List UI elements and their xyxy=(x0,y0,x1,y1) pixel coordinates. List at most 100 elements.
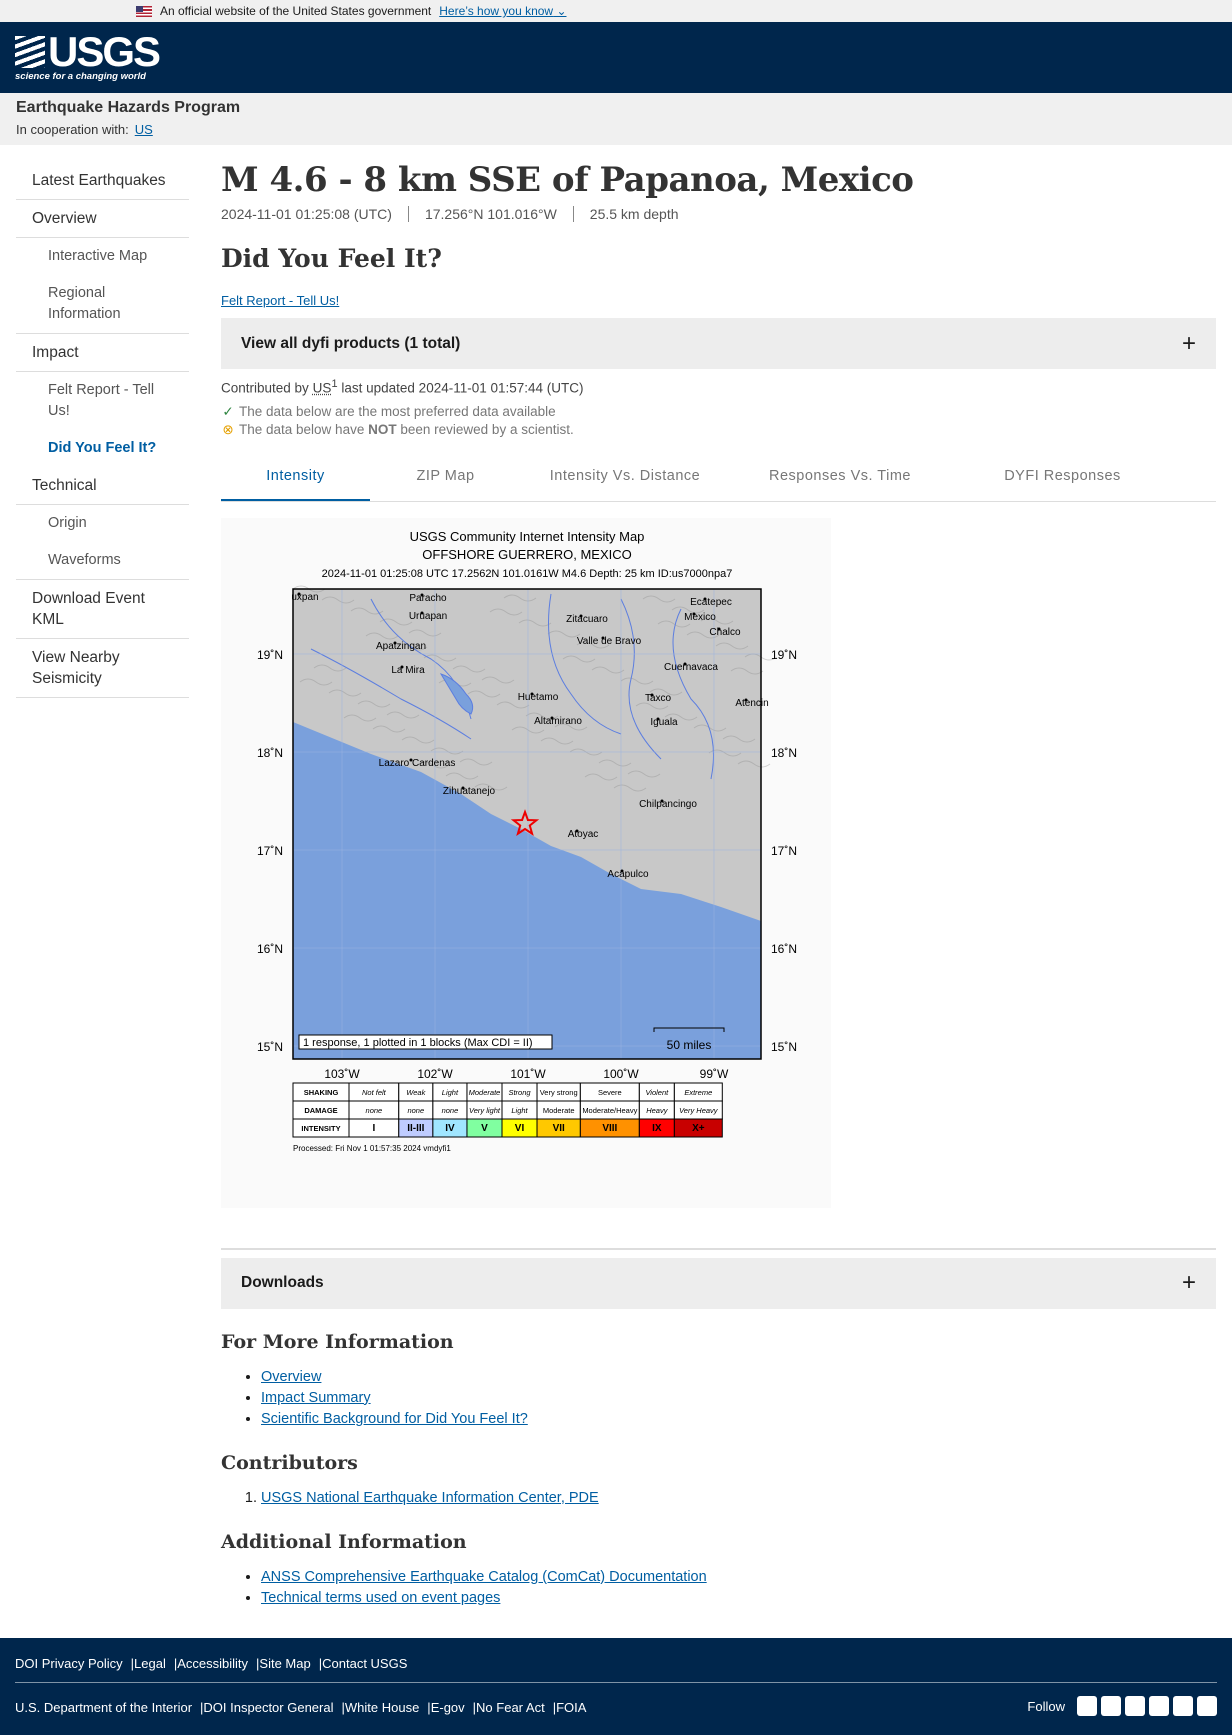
sidebar-item-download-event-kml[interactable]: Download Event KML xyxy=(16,580,189,639)
event-meta: 2024-11-01 01:25:08 (UTC) 17.256°N 101.0… xyxy=(221,206,1216,222)
legend-head-label: INTENSITY xyxy=(301,1124,340,1133)
city-label: Zitacuaro xyxy=(566,614,608,625)
sidebar-item-did-you-feel-it[interactable]: Did You Feel It? xyxy=(16,430,189,467)
legend-value: Moderate/Heavy xyxy=(582,1106,637,1115)
sidebar-item-view-nearby-seismicity[interactable]: View Nearby Seismicity xyxy=(16,639,189,698)
facebook-icon[interactable] xyxy=(1101,1696,1121,1716)
footer-link[interactable]: Legal xyxy=(134,1656,166,1671)
preferred-note: ✓ The data below are the most preferred d… xyxy=(222,403,556,420)
city-label: Ecatepec xyxy=(690,597,732,608)
lat-tick-label-right: 18˚N xyxy=(771,746,797,760)
sidebar-item-impact[interactable]: Impact xyxy=(16,334,189,372)
footer-link[interactable]: White House xyxy=(345,1700,419,1715)
more-info-link[interactable]: Overview xyxy=(261,1369,321,1385)
more-info-title: For More Information xyxy=(221,1330,454,1353)
footer-link[interactable]: Site Map xyxy=(259,1656,310,1671)
legend-value: II-III xyxy=(407,1123,424,1134)
footer-link[interactable]: DOI Inspector General xyxy=(203,1700,333,1715)
heres-how-link[interactable]: Here’s how you know ⌄ xyxy=(439,4,566,18)
follow-social: Follow xyxy=(1027,1696,1217,1716)
tab-intensity-vs-distance[interactable]: Intensity Vs. Distance xyxy=(521,458,729,501)
additional-info-link[interactable]: ANSS Comprehensive Earthquake Catalog (C… xyxy=(261,1569,707,1585)
twitter-icon[interactable] xyxy=(1077,1696,1097,1716)
legend-value: Very light xyxy=(469,1106,501,1115)
sidebar-item-origin[interactable]: Origin xyxy=(16,505,189,542)
footer-link[interactable]: No Fear Act xyxy=(476,1700,545,1715)
lat-tick-label-right: 17˚N xyxy=(771,844,797,858)
flickr-icon[interactable] xyxy=(1149,1696,1169,1716)
city-label: Mexico xyxy=(684,612,716,623)
sidebar-item-latest-earthquakes[interactable]: Latest Earthquakes xyxy=(16,162,189,200)
additional-info-title: Additional Information xyxy=(221,1530,467,1553)
plus-icon: + xyxy=(1181,329,1196,357)
contributors-title: Contributors xyxy=(221,1451,358,1474)
processed-note: Processed: Fri Nov 1 01:57:35 2024 vmdyf… xyxy=(293,1144,451,1153)
legend-value: none xyxy=(442,1106,459,1115)
footer-link[interactable]: Contact USGS xyxy=(322,1656,407,1671)
sidebar-item-overview[interactable]: Overview xyxy=(16,200,189,238)
lon-tick-label: 103˚W xyxy=(324,1067,360,1081)
footer-link[interactable]: DOI Privacy Policy xyxy=(15,1656,123,1671)
city-label: Taxco xyxy=(645,693,672,704)
footer-link[interactable]: Accessibility xyxy=(177,1656,248,1671)
intensity-map[interactable]: USGS Community Internet Intensity Map OFF… xyxy=(221,517,831,1208)
source-abbr[interactable]: US xyxy=(313,381,332,396)
map-title: USGS Community Internet Intensity Map xyxy=(410,529,645,544)
tab-dyfi-responses[interactable]: DYFI Responses xyxy=(951,458,1174,501)
legend-value: I xyxy=(372,1123,375,1134)
city-label: La Mira xyxy=(391,665,425,676)
additional-info-list: ANSS Comprehensive Earthquake Catalog (C… xyxy=(261,1567,1216,1609)
sidebar-item-waveforms[interactable]: Waveforms xyxy=(16,542,189,580)
youtube-icon[interactable] xyxy=(1173,1696,1193,1716)
event-title: M 4.6 - 8 km SSE of Papanoa, Mexico xyxy=(221,160,914,200)
city-label: Atencin xyxy=(735,698,768,709)
legend-value: V xyxy=(481,1123,488,1134)
footer-link[interactable]: E-gov xyxy=(431,1700,465,1715)
lat-tick-label-left: 15˚N xyxy=(257,1040,283,1054)
city-label: Cuernavaca xyxy=(664,662,718,673)
sidebar-item-felt-report-tell-us[interactable]: Felt Report - Tell Us! xyxy=(16,372,189,430)
lon-tick-label: 100˚W xyxy=(603,1067,639,1081)
lat-tick-label-left: 18˚N xyxy=(257,746,283,760)
instagram-icon[interactable] xyxy=(1197,1696,1217,1716)
footer-link[interactable]: FOIA xyxy=(556,1700,586,1715)
legend-value: none xyxy=(366,1106,383,1115)
warning-circle-icon: ⊗ xyxy=(222,421,234,437)
lon-tick-label: 101˚W xyxy=(510,1067,546,1081)
lat-tick-label-left: 16˚N xyxy=(257,942,283,956)
lon-tick-label: 99˚W xyxy=(700,1067,729,1081)
legend-value: IX xyxy=(652,1123,662,1134)
more-info-link[interactable]: Scientific Background for Did You Feel I… xyxy=(261,1411,528,1427)
tab-intensity[interactable]: Intensity xyxy=(221,458,370,501)
us-flag-icon xyxy=(136,5,152,17)
city-label: Paracho xyxy=(409,593,447,604)
usgs-logo[interactable]: USGS science for a changing world xyxy=(15,31,161,82)
sidebar-item-regional-information[interactable]: Regional Information xyxy=(16,275,189,334)
city-label: Uruapan xyxy=(409,611,447,622)
legend-value: Severe xyxy=(598,1088,622,1097)
additional-info-link[interactable]: Technical terms used on event pages xyxy=(261,1590,500,1606)
lat-tick-label-left: 17˚N xyxy=(257,844,283,858)
coop-link[interactable]: US xyxy=(135,122,153,137)
event-coords: 17.256°N 101.016°W xyxy=(407,206,573,222)
list-item: ANSS Comprehensive Earthquake Catalog (C… xyxy=(261,1567,1216,1588)
tab-zip-map[interactable]: ZIP Map xyxy=(370,458,521,501)
list-item: Technical terms used on event pages xyxy=(261,1588,1216,1609)
city-label: Chalco xyxy=(709,627,741,638)
list-item: Overview xyxy=(261,1367,1216,1388)
downloads-accordion[interactable]: Downloads + xyxy=(221,1257,1216,1309)
legend-value: Very strong xyxy=(540,1088,578,1097)
contributor-link[interactable]: USGS National Earthquake Information Cen… xyxy=(261,1490,599,1506)
legend-value: IV xyxy=(445,1123,455,1134)
more-info-link[interactable]: Impact Summary xyxy=(261,1390,371,1406)
lat-tick-label-right: 15˚N xyxy=(771,1040,797,1054)
tab-responses-vs-time[interactable]: Responses Vs. Time xyxy=(729,458,951,501)
footer-links-row2: U.S. Department of the Interior |DOI Insp… xyxy=(15,1700,587,1715)
dyfi-products-accordion[interactable]: View all dyfi products (1 total) + xyxy=(221,318,1216,369)
sidebar-item-technical[interactable]: Technical xyxy=(16,467,189,505)
sidebar-item-interactive-map[interactable]: Interactive Map xyxy=(16,238,189,275)
felt-report-link[interactable]: Felt Report - Tell Us! xyxy=(221,293,339,308)
github-icon[interactable] xyxy=(1125,1696,1145,1716)
footer-link[interactable]: U.S. Department of the Interior xyxy=(15,1700,192,1715)
gov-banner: An official website of the United States… xyxy=(0,0,1232,22)
